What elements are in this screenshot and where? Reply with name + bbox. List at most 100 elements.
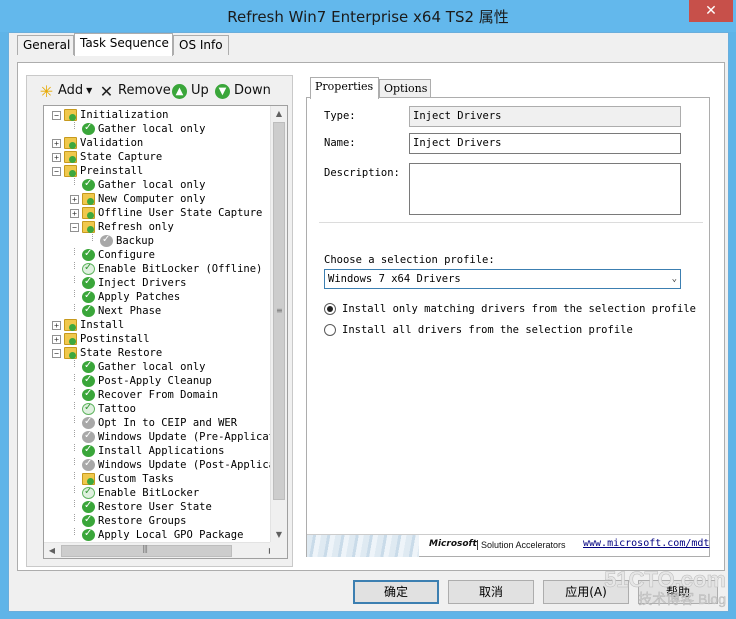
tree-item[interactable]: + Validation — [44, 136, 280, 150]
tree-item[interactable]: Gather local only — [44, 177, 280, 192]
tree-item-label: Gather local only — [98, 179, 206, 191]
add-label: Add — [58, 83, 84, 98]
tree-horizontal-scrollbar[interactable]: ◀ ||| ▶ — [44, 542, 280, 558]
expand-icon[interactable]: + — [70, 195, 79, 204]
tree-item[interactable]: + Offline User State Capture — [44, 206, 280, 220]
check-disabled-icon — [82, 457, 95, 471]
type-field: Inject Drivers — [409, 106, 681, 127]
tree-item-label: Windows Update (Pre-Applicatio — [98, 431, 280, 443]
tree-item-label: Next Phase — [98, 305, 162, 317]
radio-button-selected[interactable] — [324, 303, 336, 315]
arrow-up-icon: ▲ — [172, 83, 187, 99]
ok-button[interactable]: 确定 — [353, 580, 439, 604]
tree-item[interactable]: + New Computer only — [44, 192, 280, 206]
cancel-button[interactable]: 取消 — [448, 580, 534, 604]
tree-item-label: Install — [80, 319, 125, 331]
tree-connector — [74, 472, 75, 479]
tree-item[interactable]: Gather local only — [44, 121, 280, 136]
scroll-left-icon[interactable]: ◀ — [44, 543, 60, 558]
tree-connector — [74, 444, 75, 451]
tree-item[interactable]: − Initialization — [44, 108, 280, 122]
radio-install-matching[interactable]: Install only matching drivers from the s… — [324, 303, 696, 315]
tree-item[interactable]: − State Restore — [44, 346, 280, 360]
tab-general[interactable]: General — [17, 35, 74, 55]
radio-install-all[interactable]: Install all drivers from the selection p… — [324, 324, 633, 336]
scrollbar-corner — [270, 542, 287, 558]
horizontal-scroll-thumb[interactable]: ||| — [61, 544, 232, 557]
remove-button[interactable]: ✕ Remove — [99, 80, 171, 102]
collapse-icon[interactable]: − — [52, 167, 61, 176]
tab-os-info[interactable]: OS Info — [173, 35, 229, 55]
radio-install-matching-label: Install only matching drivers from the s… — [342, 303, 697, 315]
tree-item[interactable]: Windows Update (Post-Applicati — [44, 457, 280, 472]
expand-icon[interactable]: + — [52, 321, 61, 330]
tree-item[interactable]: Next Phase — [44, 303, 280, 318]
tree-item-label: State Restore — [80, 347, 163, 359]
microsoft-logo: Microsoft — [429, 539, 477, 549]
tree-item[interactable]: Custom Tasks — [44, 472, 280, 486]
tree-item[interactable]: Opt In to CEIP and WER — [44, 415, 280, 430]
tree-item-label: Refresh only — [98, 221, 174, 233]
tree-item-label: Offline User State Capture — [98, 207, 263, 219]
tree-item[interactable]: Post-Apply Cleanup — [44, 373, 280, 388]
tree-item[interactable]: Tattoo — [44, 401, 280, 416]
close-button[interactable]: ✕ — [689, 0, 733, 22]
remove-icon: ✕ — [99, 81, 114, 101]
folder-icon — [82, 193, 95, 205]
chevron-down-icon: ⌄ — [671, 274, 677, 284]
tree-item-label: Configure — [98, 249, 155, 261]
add-icon: ✳ — [39, 81, 54, 101]
tree-item[interactable]: Backup — [44, 233, 280, 248]
down-button[interactable]: ▼ Down — [215, 80, 271, 102]
tree-item[interactable]: Apply Patches — [44, 289, 280, 304]
expand-icon[interactable]: + — [52, 335, 61, 344]
tree-item[interactable]: − Preinstall — [44, 164, 280, 178]
tree-connector — [92, 234, 93, 241]
tree-item-label: Restore Groups — [98, 515, 187, 527]
tree-item[interactable]: Install Applications — [44, 443, 280, 458]
collapse-icon[interactable]: − — [70, 223, 79, 232]
tree-item-label: Validation — [80, 137, 144, 149]
tree-item[interactable]: + Install — [44, 318, 280, 332]
expand-icon[interactable]: + — [52, 153, 61, 162]
tree-item[interactable]: Windows Update (Pre-Applicatio — [44, 429, 280, 444]
expand-icon[interactable]: + — [70, 209, 79, 218]
tree-item[interactable]: Restore User State — [44, 499, 280, 514]
expand-icon[interactable]: + — [52, 139, 61, 148]
tree-item[interactable]: + State Capture — [44, 150, 280, 164]
tree-item[interactable]: − Refresh only — [44, 220, 280, 234]
tree-vertical-scrollbar[interactable]: ▲ ≡ ▼ — [270, 106, 287, 543]
tree-item[interactable]: Enable BitLocker (Offline) — [44, 261, 280, 276]
task-sequence-tree[interactable]: − Initialization Gather local only + Validat… — [43, 105, 288, 559]
tree-item[interactable]: Enable BitLocker — [44, 485, 280, 500]
tab-options[interactable]: Options — [379, 79, 431, 98]
tab-task-sequence[interactable]: Task Sequence — [74, 33, 173, 56]
mdt-link[interactable]: www.microsoft.com/mdt — [583, 538, 709, 549]
mdt-banner: Microsoft Solution Accelerators www.micr… — [307, 534, 709, 557]
name-field[interactable]: Inject Drivers — [409, 133, 681, 154]
tree-item[interactable]: Configure — [44, 247, 280, 262]
up-button[interactable]: ▲ Up — [172, 80, 209, 102]
tree-item-label: Gather local only — [98, 123, 206, 135]
add-button[interactable]: ✳ Add ▼ — [39, 80, 93, 102]
description-field[interactable] — [409, 163, 681, 215]
selection-profile-dropdown[interactable]: Windows 7 x64 Drivers ⌄ — [324, 269, 681, 289]
check-icon — [82, 303, 95, 317]
collapse-icon[interactable]: − — [52, 349, 61, 358]
tree-item[interactable]: + Postinstall — [44, 332, 280, 346]
collapse-icon[interactable]: − — [52, 111, 61, 120]
tree-item[interactable]: Gather local only — [44, 359, 280, 374]
tree-item-label: Preinstall — [80, 165, 144, 177]
window-title-bar[interactable]: Refresh Win7 Enterprise x64 TS2 属性 ✕ — [0, 0, 736, 32]
task-sequence-page: ✳ Add ▼ ✕ Remove ▲ Up ▼ Down − Initializ… — [17, 62, 725, 571]
tree-item[interactable]: Apply Local GPO Package — [44, 527, 280, 542]
tree-item-label: Custom Tasks — [98, 473, 174, 485]
tree-item[interactable]: Inject Drivers — [44, 275, 280, 290]
vertical-scroll-thumb[interactable]: ≡ — [273, 122, 285, 500]
radio-button-unselected[interactable] — [324, 324, 336, 336]
tree-item[interactable]: Restore Groups — [44, 513, 280, 528]
scroll-up-icon[interactable]: ▲ — [272, 106, 286, 122]
tree-item[interactable]: Recover From Domain — [44, 387, 280, 402]
scroll-down-icon[interactable]: ▼ — [272, 527, 286, 543]
tab-properties[interactable]: Properties — [310, 77, 379, 99]
